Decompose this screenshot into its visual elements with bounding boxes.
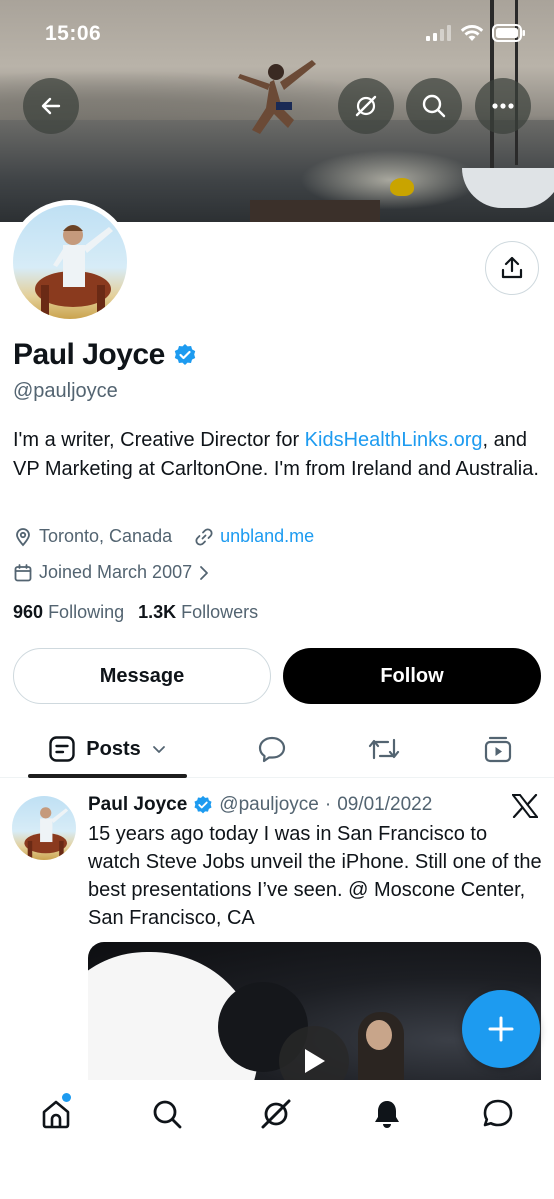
profile-location: Toronto, Canada [13,526,172,547]
calendar-icon [14,563,32,581]
post-date: 09/01/2022 [337,794,433,815]
share-icon [501,256,523,279]
website-link[interactable]: unbland.me [220,526,314,547]
profile-name: Paul Joyce [13,338,165,371]
followers-count: 1.3K [138,602,177,622]
tab-posts[interactable]: Posts [28,720,187,778]
chevron-down-icon [152,746,165,753]
joined-text: Joined March 2007 [39,562,193,582]
media-tab-icon [484,736,512,763]
share-button[interactable] [485,241,539,295]
location-text: Toronto, Canada [39,526,173,546]
post-author-avatar[interactable] [12,796,76,860]
verified-badge-icon [194,795,212,814]
wifi-icon [460,25,484,41]
post-author-handle[interactable]: @pauljoyce [219,794,319,816]
more-icon [492,103,514,109]
home-icon [42,1100,70,1129]
avatar-figure [35,225,113,315]
grok-icon [261,1099,291,1129]
bell-icon [375,1101,399,1128]
message-button[interactable]: Message [13,648,271,704]
location-pin-icon [16,527,30,546]
tab-reposts[interactable] [364,720,404,778]
search-icon [422,94,446,118]
follow-button[interactable]: Follow [283,648,541,704]
grok-button[interactable] [338,78,394,134]
nav-search[interactable] [149,1096,185,1132]
compose-plus-icon [488,1016,514,1042]
following-count: 960 [13,602,44,622]
follow-counts: 960 Following 1.3K Followers [13,602,258,623]
post-header: Paul Joyce @pauljoyce · 09/01/2022 [88,794,432,816]
grok-icon [355,95,377,117]
battery-icon [492,24,525,42]
back-arrow-icon [41,97,61,115]
bio-link[interactable]: KidsHealthLinks.org [305,429,483,451]
status-icons [426,24,526,42]
followers-link[interactable]: 1.3K Followers [138,602,258,623]
more-button[interactable] [475,78,531,134]
cellular-signal-icon [426,25,451,41]
following-label: Following [48,602,125,622]
profile-avatar[interactable] [8,200,132,324]
profile-name-row: Paul Joyce [13,338,197,372]
profile-website[interactable]: unbland.me [194,526,314,547]
nav-messages[interactable] [480,1096,516,1132]
search-button[interactable] [406,78,462,134]
tab-media[interactable] [478,720,518,778]
tab-posts-label: Posts [86,737,141,760]
following-link[interactable]: 960 Following [13,602,124,623]
play-button[interactable] [279,1026,349,1082]
compose-button[interactable] [462,990,540,1068]
back-button[interactable] [23,78,79,134]
posts-tab-icon [49,736,75,762]
status-time: 15:06 [45,22,102,45]
search-icon [153,1100,182,1129]
post-separator: · [324,794,332,815]
nav-grok[interactable] [258,1096,294,1132]
profile-joined[interactable]: Joined March 2007 [13,562,210,583]
followers-label: Followers [181,602,259,622]
nav-notifications[interactable] [369,1096,405,1132]
bio-text: I'm a writer, Creative Director for [13,429,305,451]
x-logo-icon [512,794,538,818]
post-text: 15 years ago today I was in San Francisc… [88,823,542,929]
replies-tab-icon [258,736,286,763]
profile-tabs: Posts [0,720,554,778]
play-icon [305,1049,325,1073]
profile-joined-row[interactable]: Joined March 2007 [13,562,232,583]
post-author-name[interactable]: Paul Joyce [88,794,187,816]
post-avatar-figure [24,807,69,858]
link-icon [195,527,213,546]
home-notification-dot [62,1093,71,1102]
tab-replies[interactable] [252,720,292,778]
profile-meta-row: Toronto, Canada unbland.me [13,526,336,547]
banner-buoy [390,178,414,196]
reposts-tab-icon [368,738,400,760]
bottom-navigation [0,1080,554,1199]
avatar-image [13,205,127,319]
messages-icon [483,1099,513,1127]
profile-bio: I'm a writer, Creative Director for Kids… [13,426,543,484]
status-bar: 15:06 [0,0,554,70]
presenter-face [366,1020,392,1050]
banner-dock [250,200,380,222]
profile-handle: @pauljoyce [13,380,118,402]
chevron-right-icon [200,565,209,580]
verified-badge-icon[interactable] [173,343,197,367]
